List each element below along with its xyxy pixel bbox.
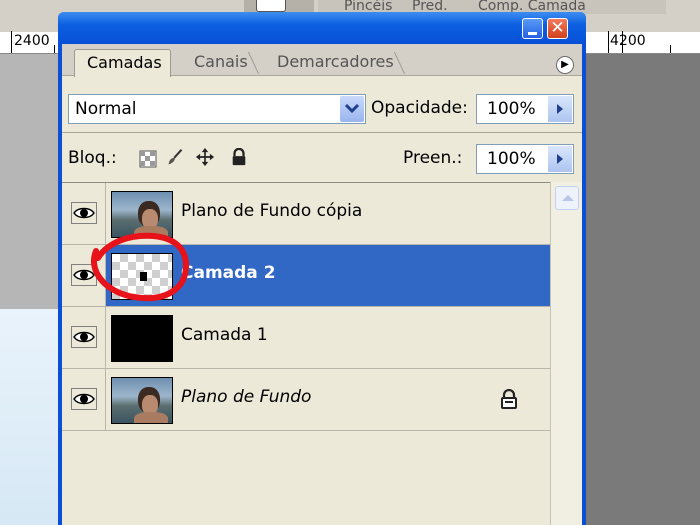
annotation-circle-icon <box>91 232 190 302</box>
